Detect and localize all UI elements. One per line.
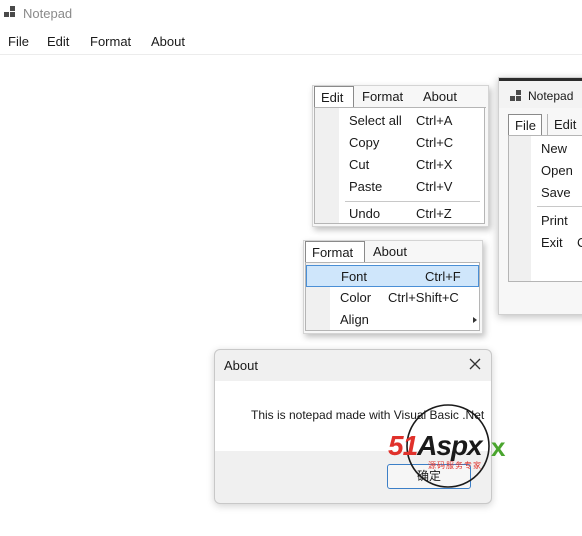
menu-item-new[interactable]: New xyxy=(541,141,567,156)
menu-item-open[interactable]: Open xyxy=(541,163,573,178)
watermark-tagline: 源码服务专家 xyxy=(428,461,482,470)
menu-item-shortcut: Ctrl+Z xyxy=(416,206,452,221)
submenu-arrow-icon xyxy=(473,317,477,323)
menu-format[interactable]: Format xyxy=(90,34,131,49)
menu-file[interactable]: File xyxy=(8,34,29,49)
menu-item-save[interactable]: Save xyxy=(541,185,571,200)
menu-item-label: Color xyxy=(340,290,372,305)
tab-format[interactable]: Format xyxy=(356,86,409,108)
menu-item-select-all[interactable]: Select all Ctrl+A xyxy=(315,110,484,132)
menu-item-shortcut: C xyxy=(577,235,582,250)
watermark-x: x xyxy=(491,432,506,462)
menu-edit[interactable]: Edit xyxy=(47,34,69,49)
format-dropdown: Font Ctrl+F Color Ctrl+Shift+C Align xyxy=(305,262,480,331)
menu-about[interactable]: About xyxy=(151,34,185,49)
window-title: Notepad xyxy=(23,6,73,21)
menu-item-label: Select all xyxy=(349,113,402,128)
menubar-divider xyxy=(0,54,582,55)
menu-item-font[interactable]: Font Ctrl+F xyxy=(306,265,479,287)
menu-item-label: Paste xyxy=(349,179,383,194)
tab-format[interactable]: Format xyxy=(305,241,365,263)
menu-item-exit[interactable]: Exit xyxy=(541,235,563,250)
menu-item-shortcut: Ctrl+F xyxy=(425,269,461,284)
menu-item-paste[interactable]: Paste Ctrl+V xyxy=(315,176,484,198)
menu-item-label: Font xyxy=(341,269,368,284)
menu-item-color[interactable]: Color Ctrl+Shift+C xyxy=(306,287,479,309)
watermark-brand-left: 51 xyxy=(388,430,418,461)
file-dropdown: New Open Save Print Exit C xyxy=(508,135,582,282)
menu-item-align[interactable]: Align xyxy=(306,309,479,331)
edit-menu-panel: Edit Format About Select all Ctrl+A Copy… xyxy=(312,85,489,227)
second-notepad-window: Notepad File Edit New Open Save Print Ex… xyxy=(498,77,582,315)
watermark-brand-right: Aspx xyxy=(417,430,482,461)
menu-item-shortcut: Ctrl+V xyxy=(416,179,453,194)
menu-separator xyxy=(345,201,480,202)
dialog-title: About xyxy=(224,358,258,373)
menu-item-label: Copy xyxy=(349,135,380,150)
window-menu-area: File Edit New Open Save Print Exit C xyxy=(499,108,582,314)
menu-item-shortcut: Ctrl+X xyxy=(416,157,453,172)
menu-item-undo[interactable]: Undo Ctrl+Z xyxy=(315,204,484,224)
watermark-logo: 51Aspx x 源码服务专家 xyxy=(386,402,516,492)
watermark-brand: 51Aspx xyxy=(388,430,483,462)
close-icon[interactable] xyxy=(467,356,483,372)
menu-item-label: Cut xyxy=(349,157,370,172)
menu-gutter xyxy=(509,136,531,281)
window-titlebar: Notepad xyxy=(499,78,582,108)
window-title: Notepad xyxy=(528,89,574,103)
menu-item-shortcut: Ctrl+A xyxy=(416,113,453,128)
menu-item-copy[interactable]: Copy Ctrl+C xyxy=(315,132,484,154)
menu-item-print[interactable]: Print xyxy=(541,213,568,228)
menu-item-shortcut: Ctrl+C xyxy=(416,135,454,150)
menu-item-label: Align xyxy=(340,312,369,327)
notepad-app-icon xyxy=(510,90,522,104)
edit-dropdown: Select all Ctrl+A Copy Ctrl+C Cut Ctrl+X… xyxy=(314,107,485,224)
menu-item-cut[interactable]: Cut Ctrl+X xyxy=(315,154,484,176)
tab-edit[interactable]: Edit xyxy=(314,86,354,108)
menu-item-shortcut: Ctrl+Shift+C xyxy=(388,290,459,305)
tab-edit[interactable]: Edit xyxy=(547,114,582,136)
tab-file[interactable]: File xyxy=(508,114,542,136)
notepad-app-icon xyxy=(4,6,16,20)
tab-about[interactable]: About xyxy=(417,86,463,108)
menu-item-label: Undo xyxy=(349,206,381,221)
tab-about[interactable]: About xyxy=(367,241,413,263)
format-menu-panel: Format About Font Ctrl+F Color Ctrl+Shif… xyxy=(303,240,483,334)
menu-separator xyxy=(537,206,582,207)
